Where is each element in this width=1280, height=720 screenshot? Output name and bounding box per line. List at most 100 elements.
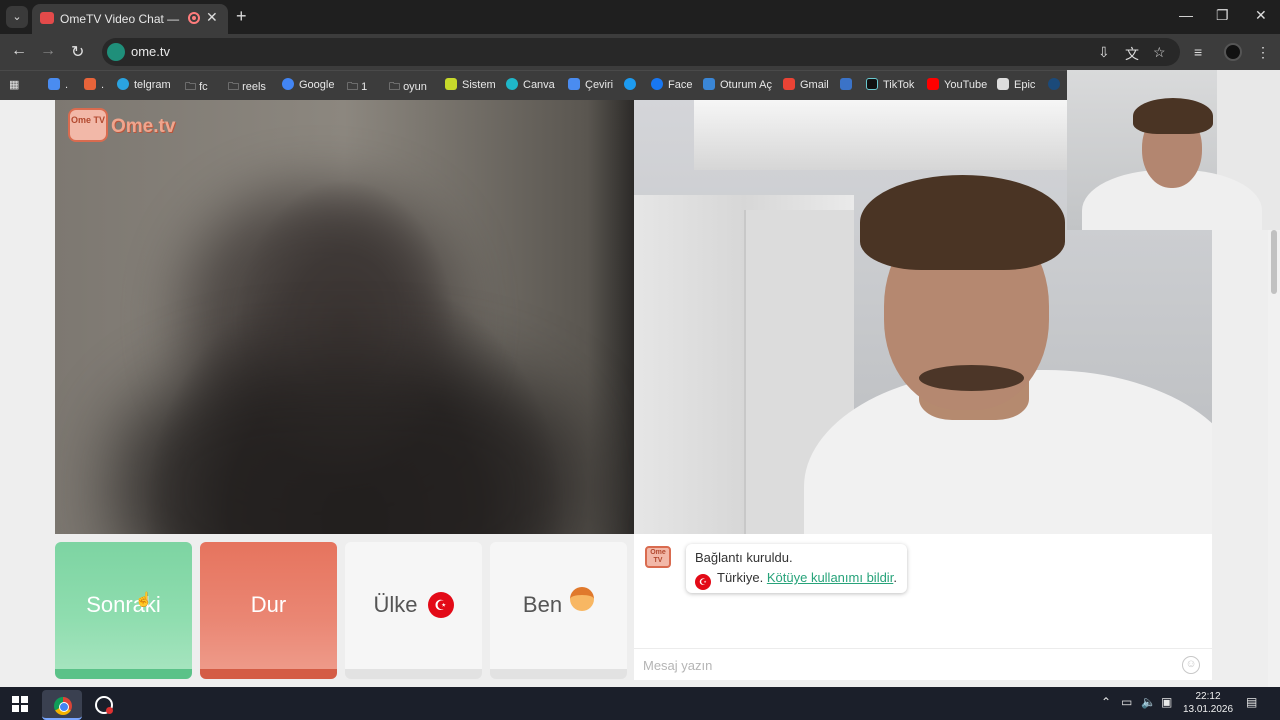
bookmark-sistem[interactable]: Sistem xyxy=(445,78,496,94)
tiktok-icon xyxy=(866,78,878,90)
bookmark-twitter[interactable] xyxy=(624,78,641,94)
turkey-flag-icon: ☪ xyxy=(695,574,711,590)
bookmark-telegram[interactable]: telgram xyxy=(117,78,171,94)
bookmark[interactable] xyxy=(840,78,857,94)
steam-icon xyxy=(1048,78,1060,90)
stop-label: Dur xyxy=(250,592,287,617)
bookmark-steam[interactable] xyxy=(1048,78,1065,94)
bookmark[interactable]: . xyxy=(48,78,68,94)
me-label: Ben xyxy=(522,592,563,617)
ometv-favicon-icon xyxy=(40,12,54,24)
ometv-logo-icon[interactable]: Ome TV xyxy=(68,108,108,142)
tab-ometv[interactable]: OmeTV Video Chat — Omegle ✕ xyxy=(32,4,228,34)
stop-button[interactable]: Dur xyxy=(200,542,337,679)
person-hair xyxy=(860,175,1065,270)
restore-icon[interactable]: ❐ xyxy=(1216,7,1229,24)
tab-close-icon[interactable]: ✕ xyxy=(206,9,218,26)
ometv-logo-text[interactable]: Ome.tv xyxy=(111,116,175,138)
folder-icon: 🗀 xyxy=(228,81,243,93)
apps-grid-icon[interactable]: ▦ xyxy=(9,78,19,94)
bookmark-epic[interactable]: Epic xyxy=(997,78,1035,94)
notification-icon[interactable]: ▤ xyxy=(1246,695,1257,709)
me-button[interactable]: Ben xyxy=(490,542,627,679)
folder-icon: 🗀 xyxy=(389,81,404,93)
boy-face-icon xyxy=(570,587,595,611)
bookmark-folder[interactable]: 🗀 reels xyxy=(228,78,266,94)
forward-icon[interactable]: → xyxy=(40,42,56,60)
facebook-icon xyxy=(651,78,663,90)
telegram-icon xyxy=(117,78,129,90)
recording-indicator-icon xyxy=(188,12,200,24)
windows-taskbar: ⌃ ▭ 🔈 ▣ 22:12 13.01.2026 ▤ xyxy=(0,687,1280,720)
site-info-icon[interactable] xyxy=(107,43,125,61)
bookmark[interactable]: . xyxy=(84,78,104,94)
minimize-icon[interactable]: — xyxy=(1179,7,1193,23)
bookmark-oturum-ac[interactable]: Oturum Aç xyxy=(703,78,772,94)
epic-icon xyxy=(997,78,1009,90)
bookmark-youtube[interactable]: YouTube xyxy=(927,78,987,94)
browser-tab-bar: ⌄ OmeTV Video Chat — Omegle ✕ + — ❐ ✕ xyxy=(0,0,1280,34)
country-name: Türkiye. xyxy=(717,570,764,585)
bookmark-folder[interactable]: 🗀 fc xyxy=(185,78,208,94)
windows-start-icon[interactable] xyxy=(12,696,28,712)
tab-list-icon[interactable]: ⌄ xyxy=(6,6,28,28)
country-button[interactable]: Ülke ☪ xyxy=(345,542,482,679)
install-icon[interactable]: ⇩ xyxy=(1098,44,1110,61)
bookmark-tiktok[interactable]: TikTok xyxy=(866,78,914,94)
taskbar-chrome[interactable] xyxy=(42,690,82,720)
bookmark-folder[interactable]: 🗀 oyun xyxy=(389,78,427,94)
bookmark-icon xyxy=(840,78,852,90)
google-icon xyxy=(282,78,294,90)
new-tab-button[interactable]: + xyxy=(236,6,247,27)
page-scrollbar[interactable] xyxy=(1268,230,1280,687)
bookmark-folder[interactable]: 🗀 1 xyxy=(347,78,367,94)
bookmark-google[interactable]: Google xyxy=(282,78,334,94)
hand-cursor-icon: ☝ xyxy=(135,591,153,607)
reload-icon[interactable]: ↻ xyxy=(71,42,84,62)
bookmark-gmail[interactable]: Gmail xyxy=(783,78,829,94)
message-placeholder: Mesaj yazın xyxy=(643,658,713,673)
connection-status: Bağlantı kuruldu. xyxy=(695,550,793,565)
chevron-up-icon[interactable]: ⌃ xyxy=(1101,695,1111,709)
chat-panel: Ome TV Bağlantı kuruldu. ☪ Türkiye. Kötüy… xyxy=(634,534,1212,680)
scrollbar-thumb[interactable] xyxy=(1271,230,1277,294)
profile-icon[interactable] xyxy=(1224,43,1242,61)
bookmark-ceviri[interactable]: Çeviri xyxy=(568,78,613,94)
bookmark-icon xyxy=(48,78,60,90)
pip-person-hair xyxy=(1133,98,1213,134)
back-icon[interactable]: ← xyxy=(11,42,27,60)
country-label: Ülke xyxy=(373,592,418,617)
bookmark-canva[interactable]: Canva xyxy=(506,78,555,94)
next-button[interactable]: Sonraki xyxy=(55,542,192,679)
twitter-icon xyxy=(624,78,636,90)
report-abuse-link[interactable]: Kötüye kullanımı bildir xyxy=(767,570,893,585)
clock-date: 13.01.2026 xyxy=(1182,704,1234,715)
bookmark-facebook[interactable]: Face xyxy=(651,78,692,94)
browser-toolbar: ← → ↻ ome.tv ⇩ 文 ☆ ≡ ⋮ xyxy=(0,34,1280,70)
media-icon[interactable]: ≡ xyxy=(1194,44,1202,60)
network-icon[interactable]: ▣ xyxy=(1161,695,1172,709)
chrome-icon xyxy=(54,697,72,715)
sistem-icon xyxy=(445,78,457,90)
menu-icon[interactable]: ⋮ xyxy=(1256,44,1270,61)
system-clock[interactable]: 22:12 13.01.2026 xyxy=(1180,690,1236,716)
taskbar-recorder[interactable] xyxy=(84,690,124,720)
close-window-icon[interactable]: ✕ xyxy=(1255,7,1267,24)
blurred-stranger-body xyxy=(115,360,585,534)
message-input[interactable]: Mesaj yazın ☺ xyxy=(634,648,1212,680)
emoji-icon[interactable]: ☺ xyxy=(1182,656,1200,674)
screen-recorder-icon xyxy=(95,696,113,714)
star-icon[interactable]: ☆ xyxy=(1153,44,1166,61)
address-bar[interactable]: ome.tv xyxy=(102,38,1180,66)
battery-icon[interactable]: ▭ xyxy=(1121,695,1132,709)
canva-icon xyxy=(506,78,518,90)
volume-icon[interactable]: 🔈 xyxy=(1141,695,1156,709)
folder-icon: 🗀 xyxy=(185,81,200,93)
youtube-icon xyxy=(927,78,939,90)
translate-icon[interactable]: 文 xyxy=(1125,44,1139,64)
stranger-video: Ome TV Ome.tv xyxy=(55,100,634,534)
url-text: ome.tv xyxy=(131,44,171,59)
self-preview-video[interactable] xyxy=(1067,70,1280,230)
clock-time: 22:12 xyxy=(1195,691,1221,702)
country-line: ☪ Türkiye. Kötüye kullanımı bildir. xyxy=(695,570,897,590)
